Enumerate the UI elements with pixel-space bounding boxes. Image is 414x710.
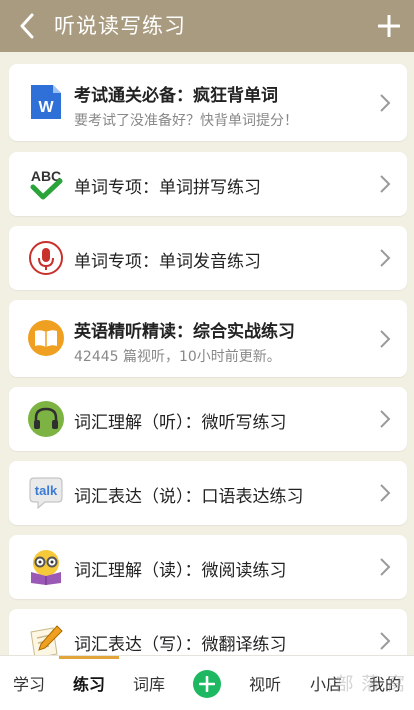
item-title: 考试通关必备：疯狂背单词: [74, 86, 278, 106]
list-item-reading[interactable]: 词汇理解（读）：微阅读练习: [9, 535, 407, 599]
list-item-listening-reading[interactable]: 英语精听精读：综合实战练习 42445 篇视听，10小时前更新。: [9, 300, 407, 377]
chevron-right-icon: [380, 249, 391, 267]
item-title: 单词专项：单词发音练习: [74, 252, 261, 272]
svg-text:talk: talk: [35, 483, 58, 498]
tab-practice[interactable]: 练习: [59, 656, 119, 710]
reading-glasses-icon: [27, 548, 65, 586]
book-icon: [27, 319, 65, 357]
tab-study[interactable]: 学习: [0, 656, 58, 710]
item-title: 英语精听精读：综合实战练习: [74, 322, 295, 342]
item-title: 词汇理解（听）：微听写练习: [74, 413, 287, 433]
pencil-paper-icon: [27, 622, 65, 655]
chevron-right-icon: [380, 175, 391, 193]
page-title: 听说读写练习: [54, 14, 186, 38]
item-title: 单词专项：单词拼写练习: [74, 178, 261, 198]
watermark: 部 落 窝: [335, 674, 406, 695]
list-item-dictation[interactable]: 词汇理解（听）：微听写练习: [9, 387, 407, 451]
list-item-speaking[interactable]: talk 词汇表达（说）：口语表达练习: [9, 461, 407, 525]
svg-text:W: W: [38, 99, 54, 116]
plus-icon: [378, 15, 400, 37]
chevron-right-icon: [380, 410, 391, 428]
item-subtitle: 要考试了没准备好？快背单词提分！: [74, 113, 298, 129]
item-title: 词汇理解（读）：微阅读练习: [74, 561, 287, 581]
chevron-left-icon: [20, 13, 34, 39]
item-title: 词汇表达（说）：口语表达练习: [74, 487, 304, 507]
chevron-right-icon: [380, 558, 391, 576]
chevron-right-icon: [380, 330, 391, 348]
tab-vocabulary[interactable]: 词库: [120, 656, 178, 710]
headphones-icon: [27, 400, 65, 438]
list-item-pronunciation[interactable]: 单词专项：单词发音练习: [9, 226, 407, 290]
add-center-button[interactable]: [193, 670, 221, 698]
chevron-right-icon: [380, 484, 391, 502]
list-item-translation[interactable]: 词汇表达（写）：微翻译练习: [9, 609, 407, 655]
chevron-right-icon: [380, 94, 391, 112]
talk-bubble-icon: talk: [27, 474, 65, 512]
app-header: 听说读写练习: [0, 0, 414, 52]
item-subtitle: 42445 篇视听，10小时前更新。: [74, 349, 281, 365]
chevron-right-icon: [380, 632, 391, 650]
list-item-spelling[interactable]: ABC 单词专项：单词拼写练习: [9, 152, 407, 216]
word-doc-icon: W: [27, 83, 65, 121]
list-item-vocab-cram[interactable]: W 考试通关必备：疯狂背单词 要考试了没准备好？快背单词提分！: [9, 64, 407, 141]
practice-list: W 考试通关必备：疯狂背单词 要考试了没准备好？快背单词提分！ ABC 单词专项…: [0, 52, 414, 655]
plus-icon: [199, 676, 215, 692]
tab-audio-video[interactable]: 视听: [236, 656, 294, 710]
abc-check-icon: ABC: [27, 165, 65, 203]
microphone-icon: [27, 239, 65, 277]
item-title: 词汇表达（写）：微翻译练习: [74, 635, 287, 655]
back-button[interactable]: [14, 11, 40, 41]
add-button[interactable]: [374, 11, 404, 41]
